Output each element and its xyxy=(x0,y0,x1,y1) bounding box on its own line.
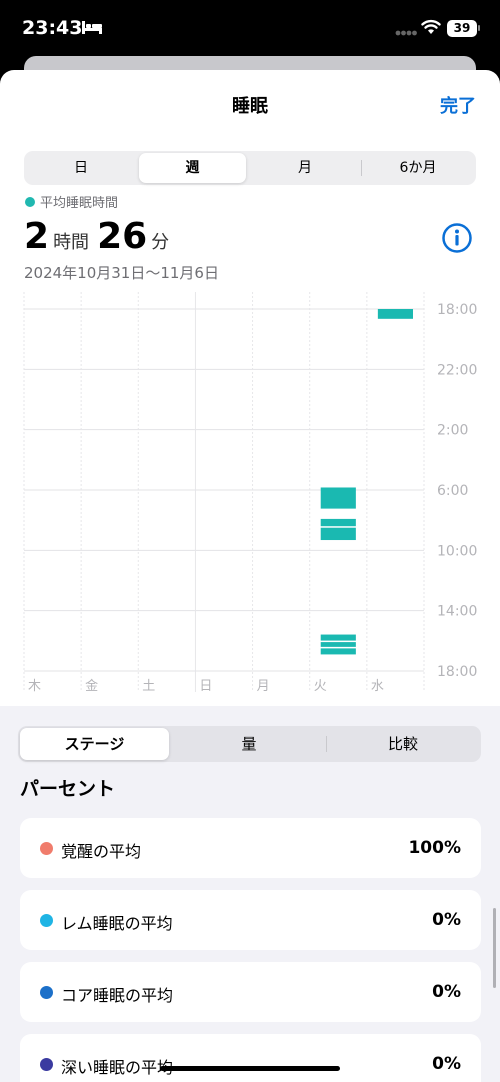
minutes-value: 26 xyxy=(97,216,148,257)
stage-card-rem[interactable]: レム睡眠の平均 0% xyxy=(20,890,481,950)
tab-week[interactable]: 週 xyxy=(139,153,246,183)
detail-section: ステージ 量 比較 パーセント 覚醒の平均 100% レム睡眠の平均 0% コア… xyxy=(0,706,500,1082)
sleep-segment-bar xyxy=(320,518,356,527)
status-time: 23:43 xyxy=(22,17,83,39)
tab-amount[interactable]: 量 xyxy=(174,728,324,760)
stage-value: 100% xyxy=(408,838,461,858)
stage-label: 深い睡眠の平均 xyxy=(61,1058,174,1077)
cellular-signal-icon xyxy=(395,30,417,36)
stage-card-core[interactable]: コア睡眠の平均 0% xyxy=(20,962,481,1022)
hours-value: 2 xyxy=(24,216,50,257)
x-tick-label: 日 xyxy=(199,679,212,692)
battery-indicator: 39 xyxy=(447,20,477,37)
sleep-segment-bar xyxy=(320,527,356,541)
sleep-segment-bar xyxy=(320,634,356,641)
stage-value: 0% xyxy=(432,910,461,930)
bed-icon xyxy=(82,21,102,34)
section-title: パーセント xyxy=(20,778,116,800)
home-indicator[interactable] xyxy=(160,1066,340,1071)
tab-stages[interactable]: ステージ xyxy=(20,728,169,760)
sleep-segment-bar xyxy=(320,642,356,647)
stage-label: レム睡眠の平均 xyxy=(61,914,173,933)
sleep-sheet: 睡眠 完了 日 週 月 6か月 平均睡眠時間 2 時間 26 分 2024年10月31… xyxy=(0,70,500,1082)
segment-divider xyxy=(326,736,327,752)
stage-value: 0% xyxy=(432,1054,461,1074)
wifi-icon xyxy=(421,19,441,34)
rem-color-dot xyxy=(40,914,53,927)
stage-label: コア睡眠の平均 xyxy=(61,986,174,1005)
stage-card-deep[interactable]: 深い睡眠の平均 0% xyxy=(20,1034,481,1082)
sleep-segment-bar xyxy=(320,487,356,509)
stage-label: 覚醒の平均 xyxy=(61,842,142,861)
deep-color-dot xyxy=(40,1058,53,1071)
tab-six-months[interactable]: 6か月 xyxy=(362,153,474,183)
minutes-unit: 分 xyxy=(151,232,170,253)
x-tick-label: 水 xyxy=(371,679,384,692)
x-tick-label: 金 xyxy=(85,678,98,692)
tab-day[interactable]: 日 xyxy=(26,153,136,183)
battery-tip xyxy=(478,25,480,31)
legend-dot xyxy=(25,197,35,207)
core-color-dot xyxy=(40,986,53,999)
stage-card-awake[interactable]: 覚醒の平均 100% xyxy=(20,818,481,878)
detail-segmented-control: ステージ 量 比較 xyxy=(18,726,481,762)
page-title: 睡眠 xyxy=(232,96,268,117)
legend-label: 平均睡眠時間 xyxy=(40,196,119,211)
x-tick-label: 木 xyxy=(28,679,41,692)
sleep-chart: 18:00 22:00 2:00 6:00 10:00 14:00 18:00 木 金 土 日 月 火 水 xyxy=(23,292,477,692)
awake-color-dot xyxy=(40,842,53,855)
tab-compare[interactable]: 比較 xyxy=(328,728,478,760)
y-tick-label: 18:00 xyxy=(437,664,477,680)
sleep-segment-bar xyxy=(377,309,413,319)
tab-month[interactable]: 月 xyxy=(250,153,360,183)
hours-unit: 時間 xyxy=(53,232,90,253)
scrollbar[interactable] xyxy=(493,908,496,988)
date-range: 2024年10月31日〜11月6日 xyxy=(24,264,219,282)
x-tick-label: 火 xyxy=(314,679,327,692)
y-tick-label: 14:00 xyxy=(437,604,477,620)
info-icon[interactable] xyxy=(441,222,473,254)
x-tick-label: 土 xyxy=(142,679,155,692)
sleep-segment-bar xyxy=(320,648,356,655)
status-bar: 23:43 39 xyxy=(0,0,500,60)
x-tick-label: 月 xyxy=(257,679,270,692)
y-tick-label: 6:00 xyxy=(437,483,468,499)
average-sleep-value: 2 時間 26 分 xyxy=(24,216,177,257)
y-tick-label: 2:00 xyxy=(437,423,468,439)
done-button[interactable]: 完了 xyxy=(440,92,476,118)
y-tick-label: 18:00 xyxy=(437,302,477,318)
battery-level: 39 xyxy=(453,21,471,35)
stage-value: 0% xyxy=(432,982,461,1002)
range-segmented-control: 日 週 月 6か月 xyxy=(24,151,476,185)
y-tick-label: 10:00 xyxy=(437,543,477,559)
y-tick-label: 22:00 xyxy=(437,362,477,378)
